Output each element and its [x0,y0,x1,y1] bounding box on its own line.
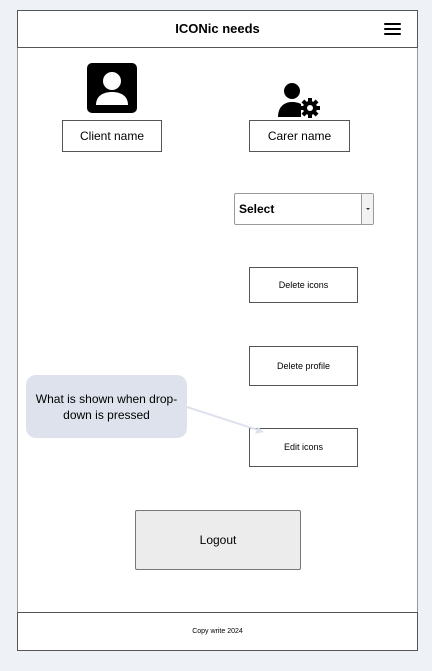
logout-button[interactable]: Logout [135,510,301,570]
footer-copyright: Copy write 2024 [17,612,418,651]
annotation-callout: What is shown when drop-down is pressed [26,375,187,438]
carer-name-field[interactable]: Carer name [249,120,350,152]
edit-icons-button[interactable]: Edit icons [249,428,358,467]
dropdown-selected-value: Select [239,202,275,216]
app-header: ICONic needs [17,10,418,48]
delete-icons-button[interactable]: Delete icons [249,267,358,303]
chevron-down-icon[interactable] [361,194,373,224]
client-name-field[interactable]: Client name [62,120,162,152]
page-title: ICONic needs [175,21,260,36]
icon-select-dropdown[interactable]: Select [234,193,374,225]
user-profile-icon [87,63,137,113]
delete-profile-button[interactable]: Delete profile [249,346,358,386]
hamburger-menu-icon[interactable] [384,23,401,36]
user-settings-icon [278,82,322,120]
